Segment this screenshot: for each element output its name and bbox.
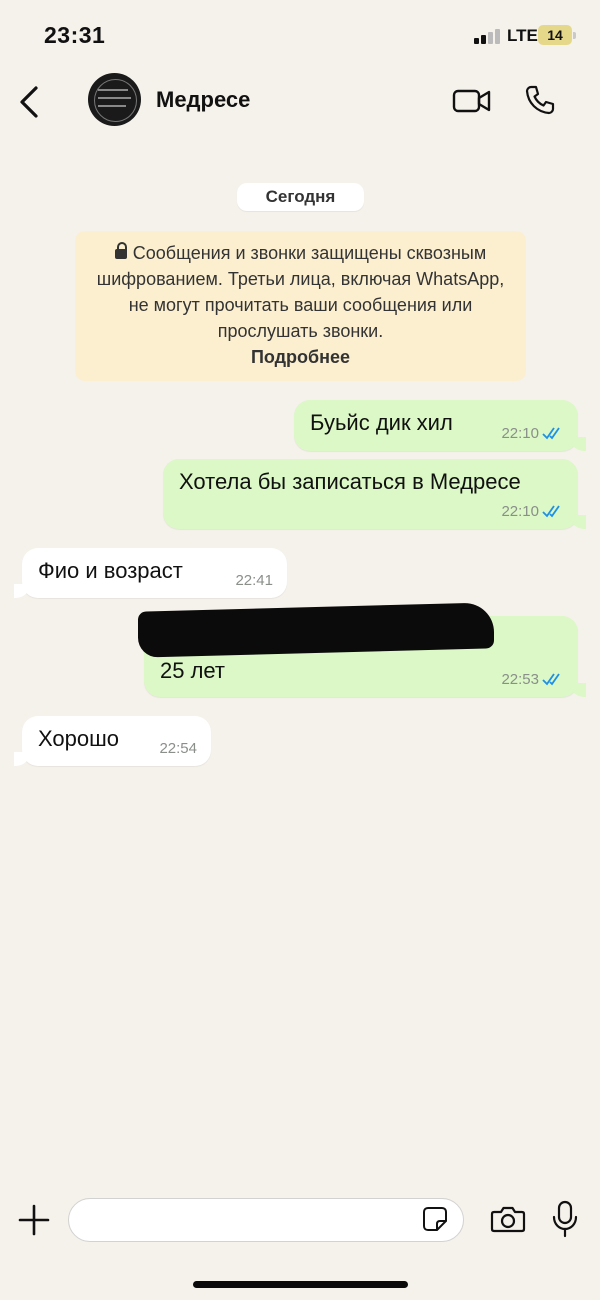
microphone-icon[interactable] (552, 1200, 578, 1238)
learn-more-link[interactable]: Подробнее (251, 347, 350, 367)
incoming-message[interactable]: Фио и возраст 22:41 (14, 548, 287, 598)
message-time: 22:10 (501, 503, 539, 520)
outgoing-message[interactable]: Буьйс дик хил 22:10 (294, 400, 586, 451)
battery-icon: 14 (538, 25, 576, 45)
read-ticks-icon (542, 427, 560, 440)
message-time: 22:10 (501, 425, 539, 442)
message-meta: 22:10 (501, 425, 564, 442)
home-indicator[interactable] (193, 1281, 408, 1288)
incoming-message[interactable]: Хорошо 22:54 (14, 716, 211, 766)
camera-icon[interactable] (490, 1204, 526, 1234)
message-input[interactable] (68, 1198, 464, 1242)
avatar[interactable] (88, 73, 141, 126)
contact-name[interactable]: Медресе (156, 87, 250, 113)
message-time: 22:41 (235, 572, 273, 589)
encryption-text: Сообщения и звонки защищены сквозным шиф… (96, 243, 505, 341)
encryption-notice[interactable]: Сообщения и звонки защищены сквозным шиф… (75, 231, 526, 381)
message-time: 22:54 (159, 740, 197, 757)
outgoing-message[interactable]: Хотела бы записаться в Медресе 22:10 (163, 459, 586, 529)
message-text: Хотела бы записаться в Медресе (179, 469, 521, 494)
phone-icon[interactable] (524, 84, 556, 116)
status-time: 23:31 (44, 22, 106, 48)
status-bar: 23:31 LTE 14 (0, 0, 600, 70)
back-icon[interactable] (14, 82, 44, 122)
plus-icon[interactable] (18, 1204, 50, 1236)
message-time: 22:53 (501, 671, 539, 688)
signal-icon (474, 28, 504, 44)
message-meta: 22:10 (501, 503, 564, 520)
video-call-icon[interactable] (452, 88, 492, 114)
redaction-mark (138, 602, 494, 658)
date-separator: Сегодня (237, 183, 364, 211)
sticker-icon[interactable] (422, 1206, 448, 1232)
lock-icon (114, 242, 127, 259)
read-ticks-icon (542, 673, 560, 686)
message-text: Буьйс дик хил (310, 410, 453, 435)
battery-level: 14 (547, 27, 563, 43)
message-text: 25 лет (160, 658, 226, 683)
message-text: Фио и возраст (38, 558, 183, 583)
network-label: LTE (507, 26, 538, 45)
message-meta: 22:53 (501, 671, 564, 688)
message-text: Хорошо (38, 726, 120, 751)
read-ticks-icon (542, 505, 560, 518)
chat-header: Медресе (0, 70, 600, 136)
